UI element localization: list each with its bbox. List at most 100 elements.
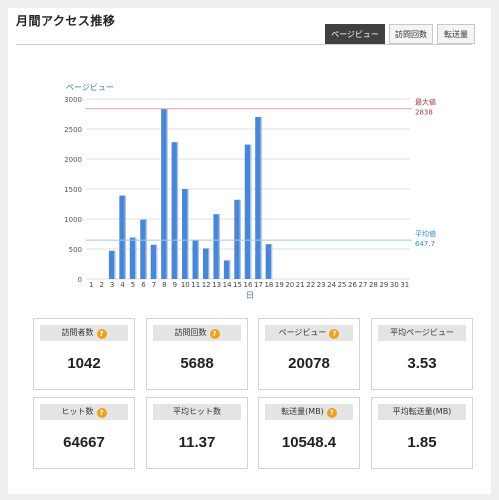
stat-card-header: 訪問回数? [153,325,241,341]
y-tick-label: 1500 [64,186,82,194]
help-icon[interactable]: ? [329,329,340,339]
x-tick-label: 23 [317,281,326,289]
x-tick-label: 2 [99,281,103,289]
stat-card: ヒット数? 64667 [33,397,135,469]
x-tick-label: 20 [285,281,294,289]
reference-value: 647.7 [415,240,435,248]
y-tick-label: 500 [69,246,82,254]
stat-value: 1.85 [407,434,437,451]
x-tick-label: 19 [275,281,284,289]
stat-label: 訪問者数 [61,328,94,337]
x-tick-label: 22 [306,281,315,289]
x-tick-label: 16 [244,281,253,289]
stat-value: 10548.4 [281,434,337,451]
y-tick-label: 3000 [64,96,82,104]
bar-highlight [229,260,231,279]
bar-highlight [250,144,252,279]
x-tick-label: 27 [359,281,368,289]
bar-highlight [166,108,168,279]
x-tick-label: 31 [400,281,409,289]
y-tick-label: 2000 [64,156,82,164]
stat-card-header: 平均ページビュー [378,325,466,341]
stat-card-header: 訪問者数? [40,325,128,341]
bar-highlight [197,240,199,279]
bar-highlight [239,199,241,279]
reference-value: 2838 [415,109,433,117]
x-tick-label: 30 [390,281,399,289]
stat-label: 平均転送量(MB) [392,407,452,416]
stat-card: 平均転送量(MB) 1.85 [371,397,473,469]
stat-label: 訪問回数 [174,328,207,337]
x-tick-label: 6 [141,281,146,289]
stat-card-header: ヒット数? [40,404,128,420]
help-icon[interactable]: ? [326,408,337,418]
stat-label: ページビュー [278,328,327,337]
bar-highlight [187,189,189,279]
x-tick-label: 5 [131,281,135,289]
stat-card-header: 平均転送量(MB) [378,404,466,420]
bar-highlight [155,244,158,279]
x-tick-label: 9 [173,281,177,289]
x-tick-labels: 1 2 3 4 5 6 7 8 9 10 11 12 13 14 15 16 17 18 19 20 21 22 23 24 2… [89,281,409,289]
stat-value: 64667 [63,434,105,451]
x-tick-label: 17 [254,281,263,289]
stat-value: 5688 [180,355,214,372]
stat-card-header: 転送量(MB)? [265,404,353,420]
x-tick-label: 14 [223,281,232,289]
bar-highlight [270,244,273,279]
chart-bars [108,108,273,279]
stat-card: 転送量(MB)? 10548.4 [258,397,360,469]
bar-highlight [145,219,147,279]
stat-card: 平均ページビュー 3.53 [371,318,473,390]
x-tick-label: 10 [181,281,190,289]
stat-label: 転送量(MB) [281,407,324,416]
x-tick-label: 8 [162,281,166,289]
bar-highlight [218,214,220,279]
stat-value: 3.53 [407,355,437,372]
stat-label: 平均ページビュー [390,328,454,337]
stat-card: 訪問回数? 5688 [146,318,248,390]
stat-card-header: 平均ヒット数 [153,404,241,420]
reference-label: 最大値 [415,98,436,107]
x-tick-label: 12 [202,281,211,289]
x-tick-label: 26 [348,281,357,289]
bar-highlight [176,142,179,279]
x-tick-label: 11 [191,281,200,289]
bar-highlight [124,195,126,279]
stat-card: 平均ヒット数 11.37 [146,397,248,469]
x-tick-label: 18 [264,281,273,289]
x-tick-label: 4 [120,281,125,289]
pageview-bar-chart: ページビュー 050010001500200025003000 12345678… [64,83,436,300]
x-tick-label: 28 [369,281,378,289]
stat-card: ページビュー? 20078 [258,318,360,390]
x-tick-label: 29 [379,281,388,289]
x-tick-label: 25 [338,281,347,289]
stat-label: 平均ヒット数 [173,407,221,416]
x-tick-label: 15 [233,281,242,289]
y-tick-labels: 0 500 1000 1500 2000 2500 3000 [64,96,82,284]
stat-value: 20078 [288,355,330,372]
y-axis-title: ページビュー [66,83,114,92]
x-tick-label: 13 [212,281,221,289]
stat-card-header: ページビュー? [265,325,353,341]
help-icon[interactable]: ? [209,329,220,339]
help-icon[interactable]: ? [96,408,107,418]
y-tick-label: 0 [78,276,82,284]
stat-value: 1042 [67,355,101,372]
bar-highlight [260,117,262,279]
x-tick-label: 1 [89,281,93,289]
help-icon[interactable]: ? [96,329,107,339]
bar-highlight [208,248,210,279]
stat-value: 11.37 [178,434,216,451]
stat-label: ヒット数 [61,407,94,416]
x-tick-label: 7 [152,281,156,289]
y-tick-label: 2500 [64,126,82,134]
x-tick-label: 24 [327,281,336,289]
x-tick-label: 21 [296,281,305,289]
reference-label: 平均値 [415,229,436,238]
bar-highlight [114,250,116,279]
bar-highlight [135,237,137,279]
x-tick-label: 3 [110,281,114,289]
stat-card: 訪問者数? 1042 [33,318,135,390]
y-tick-label: 1000 [64,216,82,224]
